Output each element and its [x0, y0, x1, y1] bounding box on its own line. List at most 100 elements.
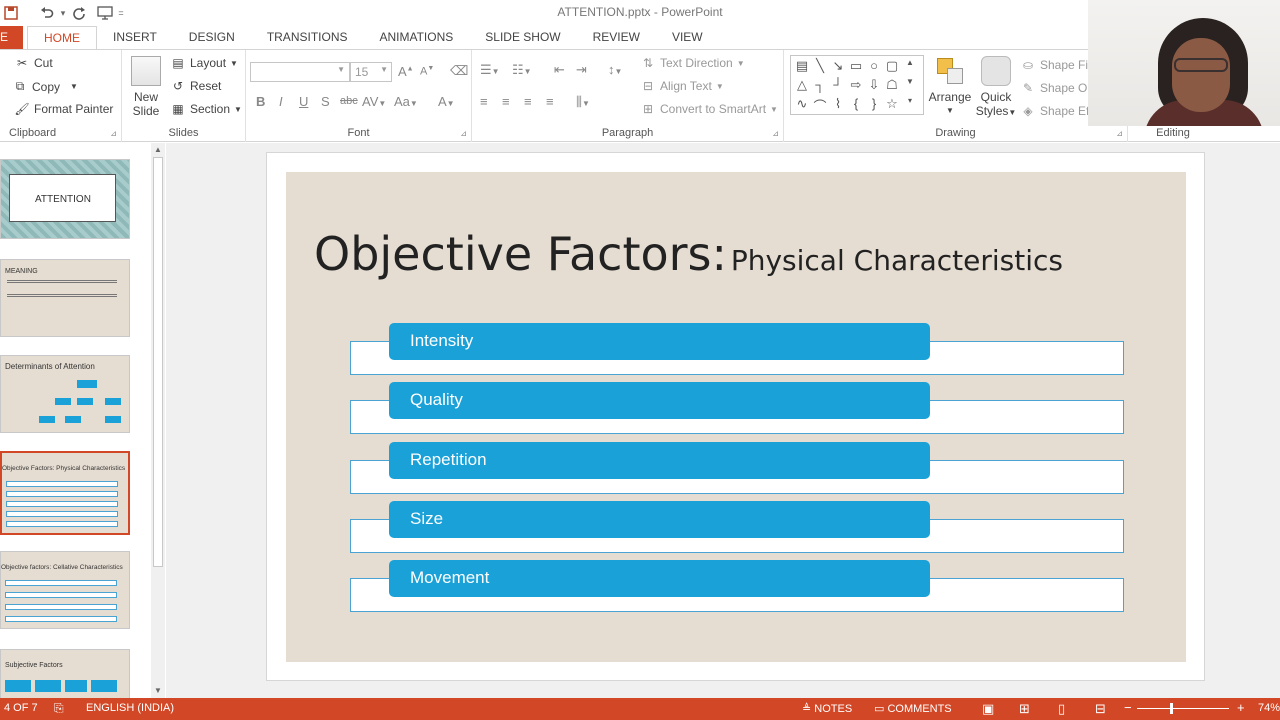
numbering-button[interactable]: ☷▼ [512, 62, 532, 78]
rectangle-shape-icon[interactable]: ▭ [847, 58, 865, 77]
gallery-up-icon[interactable]: ▲ [901, 58, 919, 77]
font-size-select[interactable]: 15 ▼ [350, 62, 392, 82]
dialog-launcher-icon[interactable]: ⊿ [110, 129, 117, 138]
tab-transitions[interactable]: TRANSITIONS [251, 26, 364, 49]
comments-button[interactable]: ▭ COMMENTS [874, 702, 952, 715]
tab-file[interactable]: E [0, 26, 23, 49]
slide-count[interactable]: 4 OF 7 [4, 702, 38, 714]
zoom-level[interactable]: 74% [1258, 702, 1280, 714]
align-text-button[interactable]: ⊟ Align Text ▼ [640, 79, 724, 93]
spell-check-icon[interactable]: ⎘ [54, 701, 64, 716]
shrink-font-button[interactable]: A▼ [420, 65, 434, 78]
item-label-bar[interactable]: Movement [389, 560, 930, 597]
current-slide[interactable]: Objective Factors: Physical Characterist… [286, 172, 1186, 662]
item-label-bar[interactable]: Intensity [389, 323, 930, 360]
columns-button[interactable]: ⫼▼ [576, 94, 590, 110]
slide-thumbnail-1[interactable]: ATTENTION [0, 159, 130, 239]
dialog-launcher-icon[interactable]: ⊿ [1116, 129, 1123, 138]
clear-formatting-icon[interactable]: ⌫ [450, 63, 468, 79]
notes-button[interactable]: ≜ NOTES [802, 702, 852, 715]
zoom-slider[interactable] [1137, 708, 1229, 709]
strikethrough-button[interactable]: abc [340, 95, 358, 107]
shape-fill-button[interactable]: ⛀ Shape Fill [1020, 58, 1093, 72]
align-left-button[interactable]: ≡ [480, 94, 488, 109]
tab-home[interactable]: HOME [27, 26, 97, 49]
elbow-arrow-shape-icon[interactable]: ┘ [829, 77, 847, 96]
scroll-down-icon[interactable]: ▼ [151, 684, 165, 698]
slide-thumbnail-6[interactable]: Subjective Factors [0, 649, 130, 698]
character-spacing-button[interactable]: AV▼ [362, 94, 386, 109]
center-button[interactable]: ≡ [502, 94, 510, 109]
item-label-bar[interactable]: Size [389, 501, 930, 538]
slide-show-icon[interactable]: ⊟ [1095, 701, 1106, 717]
right-brace-shape-icon[interactable]: } [865, 96, 883, 115]
reset-button[interactable]: ↺ Reset [170, 79, 221, 93]
grow-font-button[interactable]: A▲ [398, 64, 414, 79]
text-shadow-button[interactable]: S [321, 94, 330, 109]
font-family-select[interactable]: ▼ [250, 62, 350, 82]
wave-shape-icon[interactable]: ⌇ [829, 96, 847, 115]
triangle-shape-icon[interactable]: △ [793, 77, 811, 96]
dialog-launcher-icon[interactable]: ⊿ [460, 129, 467, 138]
tab-insert[interactable]: INSERT [97, 26, 173, 49]
rounded-rectangle-shape-icon[interactable]: ▢ [883, 58, 901, 77]
copy-button[interactable]: ⧉ Copy ▼ [12, 79, 78, 94]
increase-indent-button[interactable]: ⇥ [576, 62, 587, 78]
underline-button[interactable]: U [299, 94, 308, 109]
zoom-slider-thumb[interactable] [1170, 703, 1173, 714]
arrow-line-shape-icon[interactable]: ↘ [829, 58, 847, 77]
slide-thumbnail-5[interactable]: Objective factors: Cellative Characteris… [0, 551, 130, 629]
quick-styles-button[interactable]: Quick Styles▼ [974, 56, 1018, 120]
gallery-more-icon[interactable]: ▾ [901, 96, 919, 115]
tab-view[interactable]: VIEW [656, 26, 719, 49]
bullets-button[interactable]: ☰▼ [480, 62, 500, 78]
scrollbar-thumb[interactable] [153, 157, 163, 567]
italic-button[interactable]: I [279, 94, 283, 109]
tab-slide-show[interactable]: SLIDE SHOW [469, 26, 576, 49]
slide-thumbnail-4[interactable]: Objective Factors: Physical Characterist… [0, 451, 130, 535]
arrange-button[interactable]: Arrange ▼ [928, 56, 972, 118]
format-painter-button[interactable]: 🖌 Format Painter [14, 102, 113, 116]
elbow-connector-shape-icon[interactable]: ┐ [811, 77, 829, 96]
item-label-bar[interactable]: Repetition [389, 442, 930, 479]
text-box-shape-icon[interactable]: ▤ [793, 58, 811, 77]
item-label-bar[interactable]: Quality [389, 382, 930, 419]
freeform-shape-icon[interactable]: ☖ [883, 77, 901, 96]
slide-thumbnail-2[interactable]: MEANING [0, 259, 130, 337]
font-color-button[interactable]: A▼ [438, 94, 455, 109]
shape-outline-button[interactable]: ✎ Shape Ou [1020, 81, 1094, 95]
reading-view-icon[interactable]: ▯ [1058, 701, 1065, 717]
zoom-out-button[interactable]: − [1124, 700, 1132, 715]
gallery-down-icon[interactable]: ▼ [901, 77, 919, 96]
bold-button[interactable]: B [256, 94, 265, 109]
thumbnail-scrollbar[interactable]: ▲ ▼ [151, 143, 165, 698]
language-indicator[interactable]: ENGLISH (INDIA) [86, 702, 174, 714]
normal-view-icon[interactable]: ▣ [982, 701, 994, 717]
scroll-up-icon[interactable]: ▲ [151, 143, 165, 157]
layout-button[interactable]: ▤ Layout ▼ [170, 56, 238, 70]
curve-shape-icon[interactable]: ∿ [793, 96, 811, 115]
new-slide-button[interactable]: New Slide [128, 56, 164, 118]
slide-sorter-icon[interactable]: ⊞ [1019, 701, 1030, 717]
decrease-indent-button[interactable]: ⇤ [554, 62, 565, 78]
right-arrow-shape-icon[interactable]: ⇨ [847, 77, 865, 96]
slide-thumbnail-3[interactable]: Determinants of Attention [0, 355, 130, 433]
change-case-button[interactable]: Aa▼ [394, 94, 418, 109]
slide-title[interactable]: Objective Factors: Physical Characterist… [314, 227, 1063, 281]
zoom-in-button[interactable]: + [1237, 700, 1245, 715]
text-direction-button[interactable]: ⇅ Text Direction ▼ [640, 56, 745, 70]
cut-button[interactable]: ✂ Cut [14, 56, 53, 70]
star-shape-icon[interactable]: ☆ [883, 96, 901, 115]
tab-animations[interactable]: ANIMATIONS [363, 26, 469, 49]
section-button[interactable]: ▦ Section ▼ [170, 102, 242, 116]
arc-shape-icon[interactable]: ⌒ [811, 96, 829, 115]
line-spacing-button[interactable]: ↕▼ [608, 62, 622, 77]
justify-button[interactable]: ≡ [546, 94, 554, 109]
line-shape-icon[interactable]: ╲ [811, 58, 829, 77]
left-brace-shape-icon[interactable]: { [847, 96, 865, 115]
tab-design[interactable]: DESIGN [173, 26, 251, 49]
tab-review[interactable]: REVIEW [577, 26, 656, 49]
down-arrow-shape-icon[interactable]: ⇩ [865, 77, 883, 96]
oval-shape-icon[interactable]: ○ [865, 58, 883, 77]
align-right-button[interactable]: ≡ [524, 94, 532, 109]
